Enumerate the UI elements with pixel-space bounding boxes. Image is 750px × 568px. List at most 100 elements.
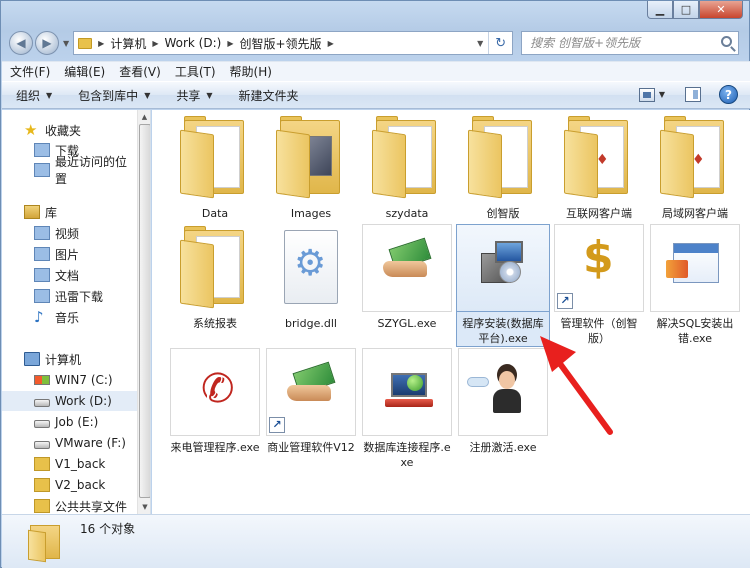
include-in-library-button[interactable]: 包含到库中 ▼: [78, 87, 150, 104]
nav-label: Job (E:): [55, 415, 99, 429]
nav-label: 图片: [55, 247, 80, 262]
nav-label: 计算机: [45, 352, 82, 367]
nav-label: Work (D:): [55, 394, 112, 408]
nav-v1-back[interactable]: V1_back: [2, 454, 138, 474]
menu-help[interactable]: 帮助(H): [230, 63, 272, 80]
nav-drive-d[interactable]: Work (D:): [2, 391, 138, 411]
breadcrumb-computer[interactable]: 计算机: [110, 35, 146, 52]
scroll-thumb[interactable]: [139, 124, 150, 498]
back-button[interactable]: ◀: [9, 31, 33, 55]
explorer-window: ▁ □ ✕ ◀ ▶ ▼ ▶ 计算机 ▶ Work (D:) ▶ 创智版+领先版 …: [0, 0, 750, 568]
breadcrumb-work-drive[interactable]: Work (D:): [164, 36, 221, 50]
menu-bar: 文件(F) 编辑(E) 查看(V) 工具(T) 帮助(H): [2, 61, 750, 81]
search-input[interactable]: [530, 36, 711, 50]
chevron-right-icon[interactable]: ▶: [98, 39, 104, 48]
nav-label: WIN7 (C:): [55, 373, 113, 387]
network-folder-icon: [34, 499, 50, 513]
nav-computer[interactable]: 计算机: [2, 349, 138, 369]
share-label: 共享: [176, 88, 201, 103]
computer-icon: [24, 352, 40, 366]
menu-edit[interactable]: 编辑(E): [64, 63, 105, 80]
chevron-right-icon[interactable]: ▶: [328, 39, 334, 48]
breadcrumb-current-folder[interactable]: 创智版+领先版: [240, 35, 322, 52]
nav-videos[interactable]: 视频: [2, 223, 138, 243]
view-options-dropdown[interactable]: ▼: [659, 90, 665, 99]
scroll-up-icon[interactable]: ▲: [138, 110, 150, 124]
nav-libraries[interactable]: 库: [2, 202, 138, 222]
nav-label: 迅雷下载: [55, 289, 104, 304]
windows-drive-icon: [34, 375, 50, 385]
menu-file[interactable]: 文件(F): [10, 63, 50, 80]
folder-icon: [78, 37, 93, 49]
caret-down-icon: ▼: [46, 90, 53, 100]
nav-thunder-downloads[interactable]: 迅雷下载: [2, 286, 138, 306]
nav-label: V1_back: [55, 457, 106, 471]
music-note-icon: ♪: [34, 308, 44, 326]
network-folder-icon: [34, 457, 50, 471]
thunder-download-icon: [34, 289, 50, 303]
nav-v2-back[interactable]: V2_back: [2, 475, 138, 495]
nav-label: 库: [45, 205, 58, 220]
recent-pages-dropdown[interactable]: ▼: [63, 39, 69, 48]
nav-label: 视频: [55, 226, 80, 241]
library-icon: [24, 205, 40, 219]
refresh-icon[interactable]: ↻: [488, 32, 512, 54]
nav-label: 公共共享文件: [55, 499, 128, 514]
details-pane: 16 个对象: [2, 514, 750, 568]
address-row: ◀ ▶ ▼ ▶ 计算机 ▶ Work (D:) ▶ 创智版+领先版 ▶ ▼ ↻: [9, 29, 743, 57]
address-bar[interactable]: ▶ 计算机 ▶ Work (D:) ▶ 创智版+领先版 ▶ ▼ ↻: [73, 31, 514, 55]
search-icon[interactable]: [721, 36, 733, 47]
share-button[interactable]: 共享 ▼: [176, 87, 212, 104]
organize-button[interactable]: 组织 ▼: [16, 87, 52, 104]
new-folder-button[interactable]: 新建文件夹: [239, 87, 299, 104]
item-count: 16 个对象: [80, 522, 136, 536]
downloads-folder-icon: [34, 143, 50, 157]
caret-down-icon: ▼: [206, 90, 213, 100]
hard-drive-icon: [34, 398, 50, 407]
maximize-button[interactable]: □: [673, 1, 699, 19]
hard-drive-icon: [34, 419, 50, 428]
nav-label: VMware (F:): [55, 436, 126, 450]
nav-label: 音乐: [55, 310, 80, 325]
nav-scrollbar[interactable]: ▲ ▼: [137, 110, 150, 514]
change-view-icon[interactable]: [638, 87, 655, 102]
nav-public-share[interactable]: 公共共享文件: [2, 496, 138, 514]
close-button[interactable]: ✕: [699, 1, 743, 19]
nav-drive-e[interactable]: Job (E:): [2, 412, 138, 432]
chevron-right-icon[interactable]: ▶: [227, 39, 233, 48]
star-icon: ★: [24, 121, 38, 139]
nav-pictures[interactable]: 图片: [2, 244, 138, 264]
nav-drive-f[interactable]: VMware (F:): [2, 433, 138, 453]
file-view: Data Images szydata 创智版 ♦ 互联网客户端 ♦ 局域网客户…: [152, 110, 750, 514]
search-box[interactable]: [521, 31, 740, 55]
address-history-dropdown[interactable]: ▼: [472, 39, 488, 48]
caret-down-icon: ▼: [144, 90, 151, 100]
nav-recent-places[interactable]: 最近访问的位置: [2, 155, 138, 186]
menu-tools[interactable]: 工具(T): [175, 63, 216, 80]
hard-drive-icon: [34, 440, 50, 449]
annotation-arrow-icon: [540, 336, 613, 435]
nav-label: V2_back: [55, 478, 106, 492]
nav-label: 最近访问的位置: [55, 155, 128, 186]
command-bar: 组织 ▼ 包含到库中 ▼ 共享 ▼ 新建文件夹 ▼ ?: [2, 81, 750, 109]
nav-label: 文档: [55, 268, 80, 283]
nav-drive-c[interactable]: WIN7 (C:): [2, 370, 138, 390]
menu-view[interactable]: 查看(V): [119, 63, 161, 80]
folder-icon: [28, 521, 64, 563]
nav-favorites[interactable]: ★ 收藏夹: [2, 120, 138, 140]
include-library-label: 包含到库中: [78, 88, 139, 103]
preview-pane-icon[interactable]: [685, 87, 701, 102]
nav-documents[interactable]: 文档: [2, 265, 138, 285]
caption-buttons: ▁ □ ✕: [647, 1, 743, 19]
document-library-icon: [34, 268, 50, 282]
network-folder-icon: [34, 478, 50, 492]
recent-places-icon: [34, 163, 50, 177]
nav-music[interactable]: ♪ 音乐: [2, 307, 138, 327]
picture-library-icon: [34, 247, 50, 261]
minimize-button[interactable]: ▁: [647, 1, 673, 19]
forward-button[interactable]: ▶: [35, 31, 59, 55]
nav-label: 收藏夹: [45, 123, 82, 138]
chevron-right-icon[interactable]: ▶: [152, 39, 158, 48]
help-icon[interactable]: ?: [719, 85, 738, 104]
scroll-down-icon[interactable]: ▼: [138, 500, 150, 514]
